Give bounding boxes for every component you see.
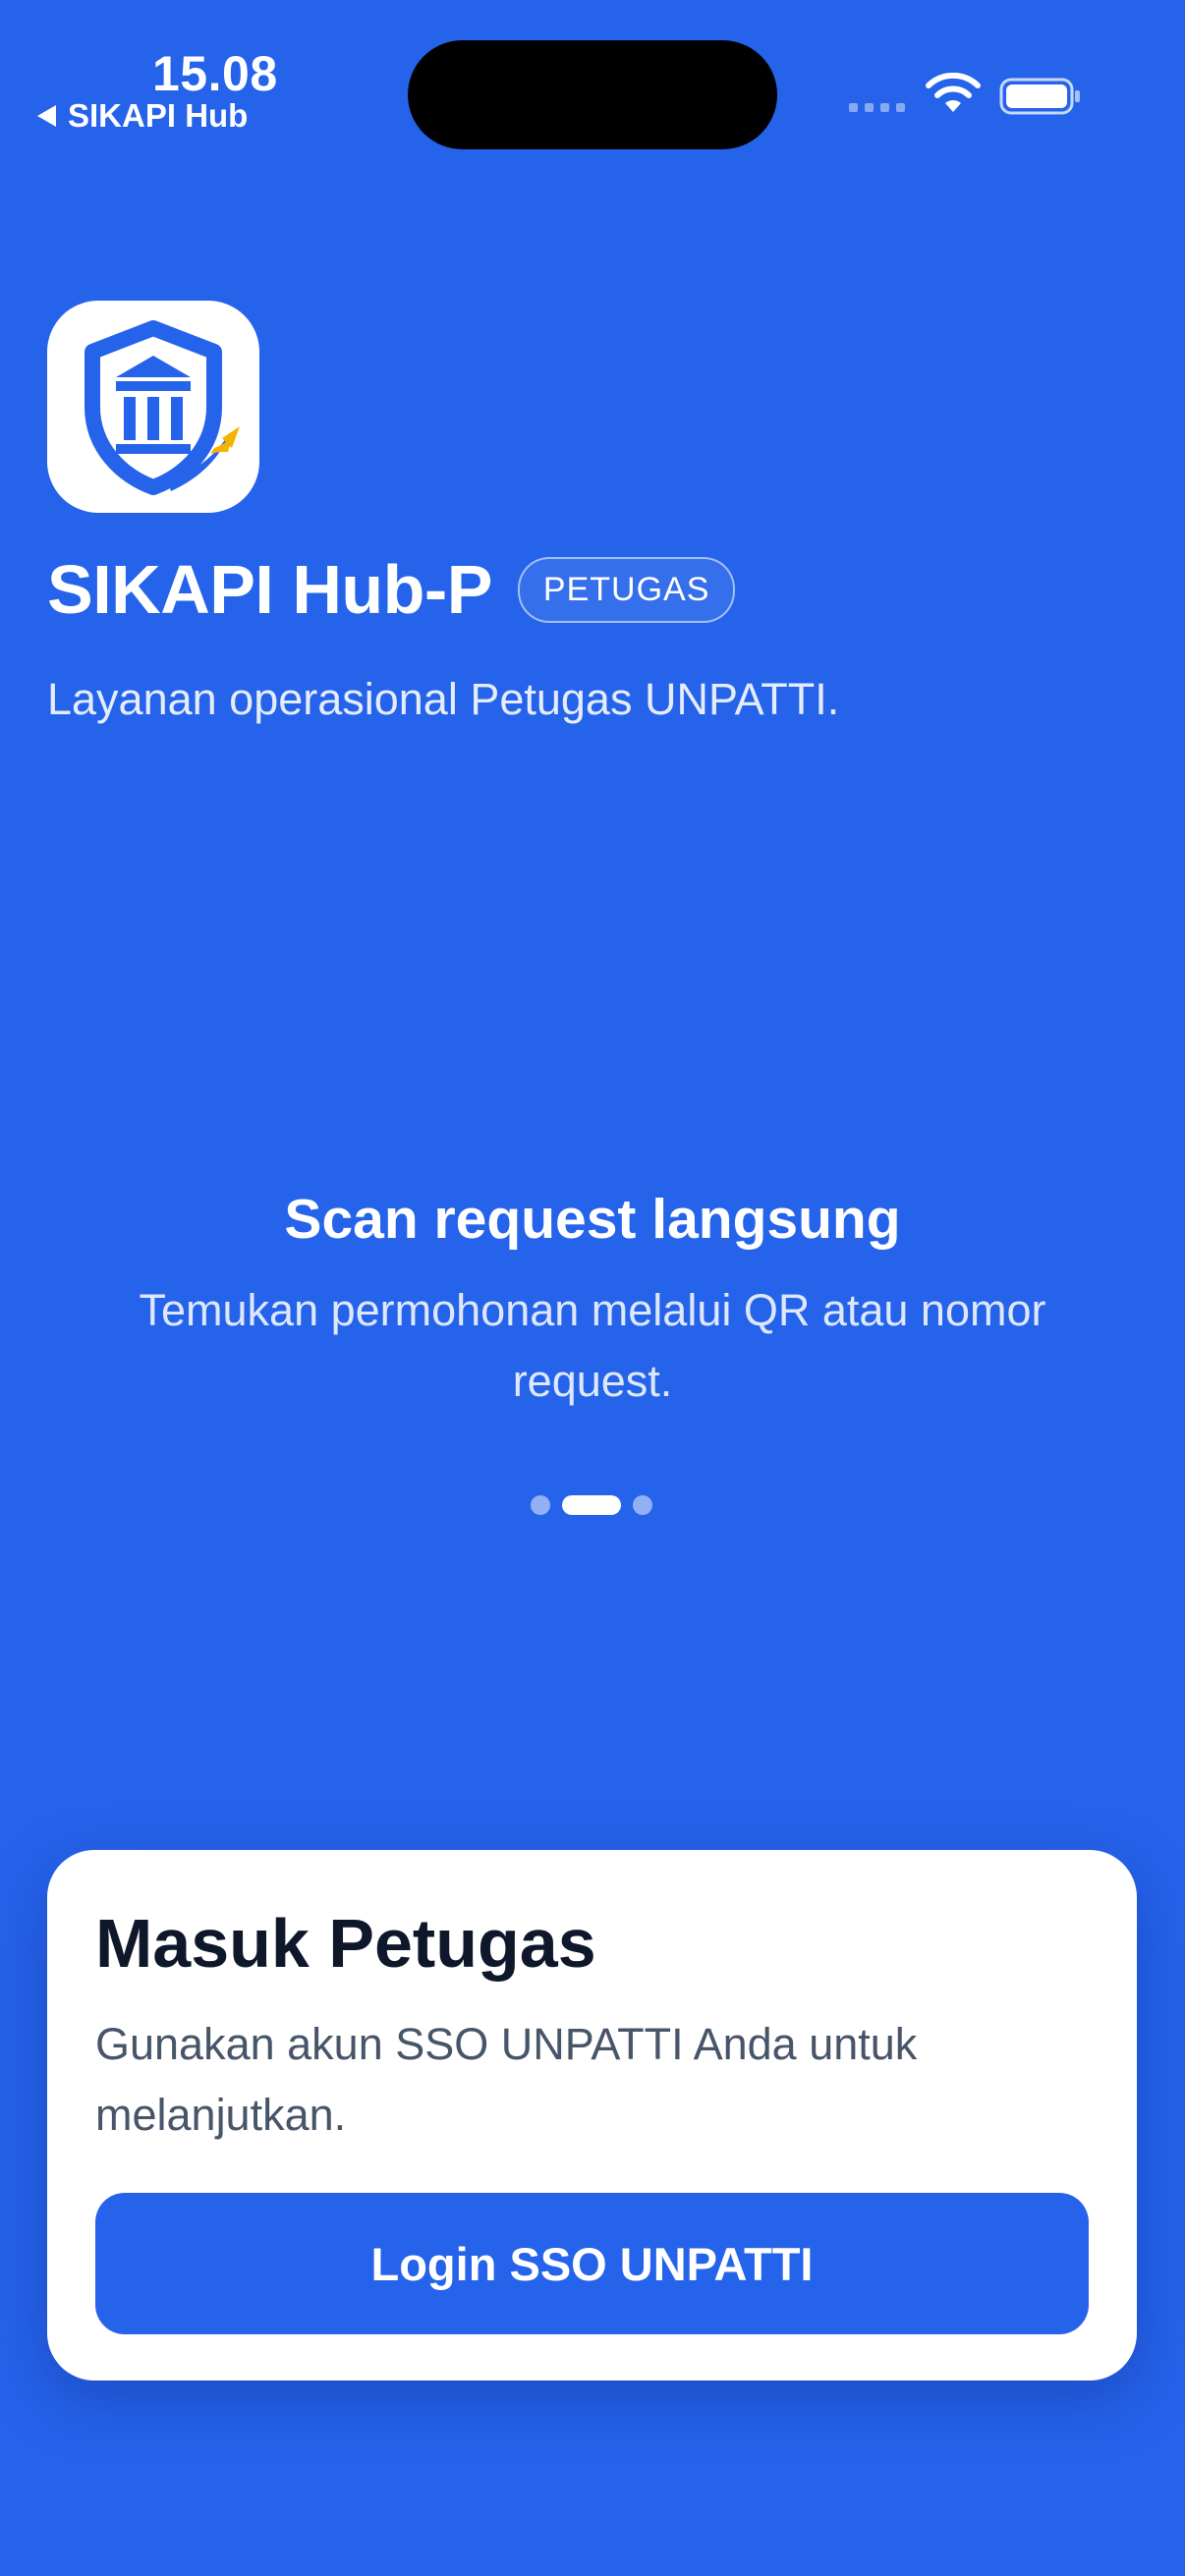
login-screen: 15.08 SIKAPI Hub SIKAPI Hub-P PETUGAS La… <box>0 0 1185 2576</box>
wifi-icon <box>926 73 981 112</box>
page-dot-1[interactable] <box>531 1495 550 1515</box>
role-badge: PETUGAS <box>517 556 736 623</box>
app-subtitle: Layanan operasional Petugas UNPATTI. <box>47 674 840 724</box>
app-title: SIKAPI Hub-P <box>47 551 492 628</box>
login-card: Masuk Petugas Gunakan akun SSO UNPATTI A… <box>47 1850 1137 2380</box>
carousel-slide-description: Temukan permohonan melalui QR atau nomor… <box>139 1285 1046 1406</box>
login-card-description: Gunakan akun SSO UNPATTI Anda untuk mela… <box>95 2019 918 2140</box>
page-dot-3[interactable] <box>633 1495 652 1515</box>
app-logo <box>47 301 259 513</box>
carousel-slide-title: Scan request langsung <box>284 1188 901 1251</box>
back-arrow-icon <box>37 105 56 127</box>
login-card-title: Masuk Petugas <box>95 1905 596 1982</box>
title-row: SIKAPI Hub-P PETUGAS <box>47 550 736 629</box>
battery-icon <box>999 78 1080 115</box>
shield-pillar-icon <box>85 320 240 495</box>
back-app-label: SIKAPI Hub <box>68 97 249 134</box>
carousel-page-indicator[interactable] <box>531 1495 652 1515</box>
signal-icon <box>849 103 905 112</box>
login-sso-button[interactable]: Login SSO UNPATTI <box>95 2193 1089 2334</box>
page-dot-2-active[interactable] <box>562 1495 621 1515</box>
status-time: 15.08 <box>152 46 278 101</box>
dynamic-island <box>408 40 777 149</box>
back-to-app-link[interactable]: SIKAPI Hub <box>37 97 248 135</box>
